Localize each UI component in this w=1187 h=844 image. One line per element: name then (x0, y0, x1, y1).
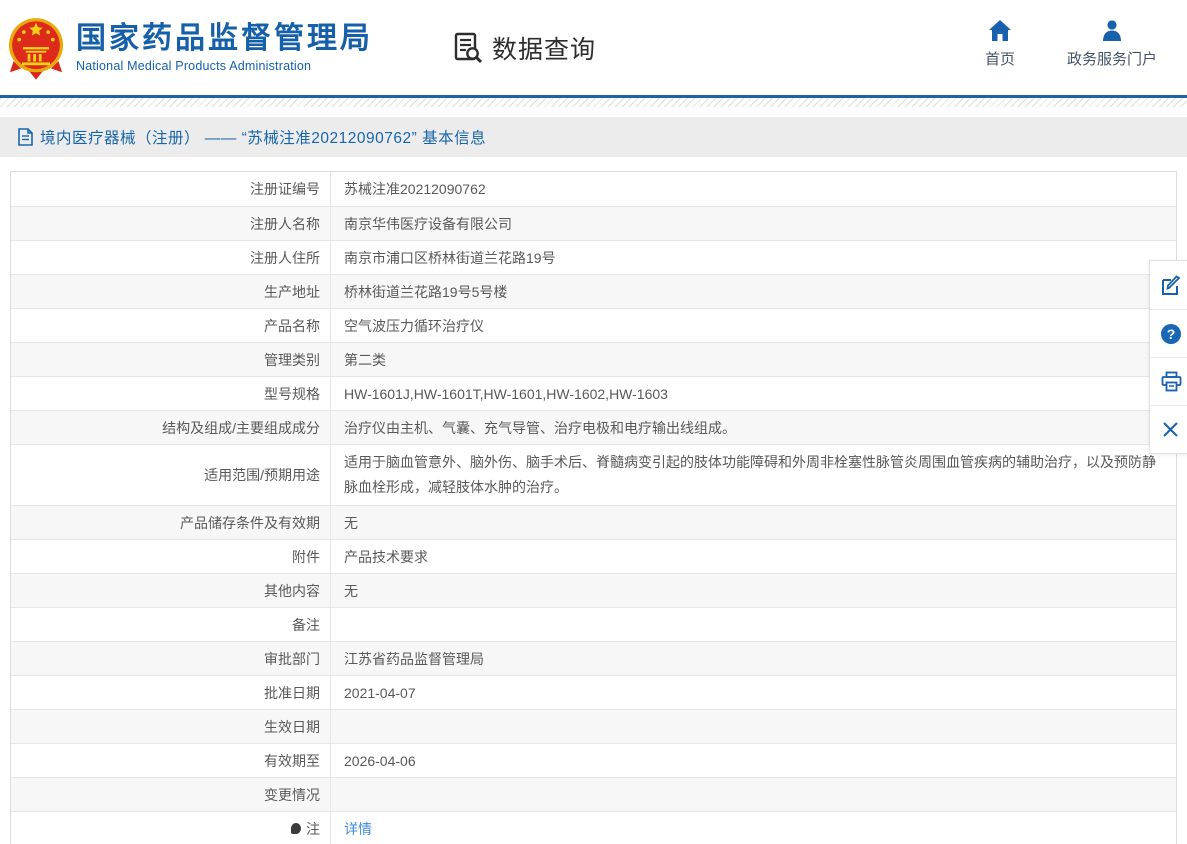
side-item-close[interactable]: 关 (1150, 405, 1187, 453)
row-label: 注册证编号 (11, 172, 331, 206)
side-item-print[interactable]: 打 (1150, 357, 1187, 405)
row-label: 注册人名称 (11, 207, 331, 240)
table-row: 产品储存条件及有效期 无 (11, 505, 1176, 539)
table-row: 生产地址 桥林街道兰花路19号5号楼 (11, 274, 1176, 308)
table-row-note: 注 详情 (11, 811, 1176, 844)
header-nav: 首页 政务服务门户 (985, 20, 1157, 69)
row-label: 其他内容 (11, 574, 331, 607)
row-label: 适用范围/预期用途 (11, 445, 331, 505)
row-label: 审批部门 (11, 642, 331, 675)
row-value: 治疗仪由主机、气囊、充气导管、治疗电极和电疗输出线组成。 (344, 419, 736, 436)
row-label: 变更情况 (11, 778, 331, 811)
row-value: 江苏省药品监督管理局 (344, 650, 484, 667)
row-label: 型号规格 (11, 377, 331, 410)
row-value: 适用于脑血管意外、脑外伤、脑手术后、脊髓病变引起的肢体功能障碍和外周非栓塞性脉管… (344, 454, 1156, 495)
row-value: 第二类 (344, 351, 386, 368)
row-value (331, 710, 1176, 743)
table-row: 批准日期 2021-04-07 (11, 675, 1176, 709)
breadcrumb-label: 境内医疗器械（注册） —— “苏械注准20212090762” 基本信息 (40, 130, 487, 147)
floating-side-panel: 数 ? 常 打 关 (1149, 260, 1187, 454)
table-row: 备注 (11, 607, 1176, 641)
row-value: HW-1601J,HW-1601T,HW-1601,HW-1602,HW-160… (344, 385, 668, 402)
row-label: 产品储存条件及有效期 (11, 506, 331, 539)
row-value: 无 (344, 582, 358, 599)
brand-block: 国家药品监督管理局 National Medical Products Admi… (76, 22, 373, 73)
row-label: 结构及组成/主要组成成分 (11, 411, 331, 444)
row-label: 生产地址 (11, 275, 331, 308)
question-icon: ? (1161, 323, 1181, 344)
nav-portal[interactable]: 政务服务门户 (1067, 20, 1157, 69)
row-label: 备注 (11, 608, 331, 641)
side-item-faq[interactable]: ? 常 (1150, 309, 1187, 357)
table-row: 产品名称 空气波压力循环治疗仪 (11, 308, 1176, 342)
nav-home-label: 首页 (984, 51, 1015, 68)
row-value: 详情 (331, 812, 1176, 844)
table-row: 型号规格 HW-1601J,HW-1601T,HW-1601,HW-1602,H… (11, 376, 1176, 410)
note-icon (291, 823, 301, 834)
table-row: 审批部门 江苏省药品监督管理局 (11, 641, 1176, 675)
row-label: 附件 (11, 540, 331, 573)
data-query-label: 数据查询 (492, 35, 597, 64)
site-subtitle: National Medical Products Administration (76, 59, 312, 73)
nav-home[interactable]: 首页 (985, 20, 1015, 69)
row-value: 苏械注准20212090762 (344, 181, 486, 197)
close-icon (1163, 422, 1178, 437)
document-icon (18, 128, 33, 146)
table-row: 注册人住所 南京市浦口区桥林街道兰花路19号 (11, 240, 1176, 274)
row-value (331, 778, 1176, 811)
printer-icon (1161, 371, 1182, 392)
row-label: 生效日期 (11, 710, 331, 743)
header-divider-stripes (0, 98, 1187, 107)
row-value: 南京华伟医疗设备有限公司 (344, 215, 512, 232)
row-label: 有效期至 (11, 744, 331, 777)
table-row: 注册人名称 南京华伟医疗设备有限公司 (11, 206, 1176, 240)
table-row: 其他内容 无 (11, 573, 1176, 607)
site-title: 国家药品监督管理局 (76, 22, 373, 55)
table-row: 管理类别 第二类 (11, 342, 1176, 376)
table-row: 有效期至 2026-04-06 (11, 743, 1176, 777)
table-row: 注册证编号 苏械注准20212090762 (11, 172, 1176, 206)
row-value: 无 (344, 514, 358, 531)
registration-info-table: 注册证编号 苏械注准20212090762 注册人名称 南京华伟医疗设备有限公司… (10, 171, 1177, 844)
edit-icon (1162, 274, 1181, 295)
row-value: 2026-04-06 (344, 752, 416, 769)
nav-portal-label: 政务服务门户 (1066, 51, 1157, 68)
table-row: 适用范围/预期用途 适用于脑血管意外、脑外伤、脑手术后、脊髓病变引起的肢体功能障… (11, 444, 1176, 505)
row-label: 管理类别 (11, 343, 331, 376)
row-label: 产品名称 (11, 309, 331, 342)
data-query-section: 数据查询 (451, 30, 596, 66)
row-value: 空气波压力循环治疗仪 (344, 317, 484, 334)
row-value: 桥林街道兰花路19号5号楼 (344, 283, 508, 300)
table-row: 附件 产品技术要求 (11, 539, 1176, 573)
row-label: 注册人住所 (11, 241, 331, 274)
breadcrumb: 境内医疗器械（注册） —— “苏械注准20212090762” 基本信息 (0, 117, 1187, 157)
table-row: 变更情况 (11, 777, 1176, 811)
row-label: 批准日期 (11, 676, 331, 709)
site-header: 国家药品监督管理局 National Medical Products Admi… (0, 0, 1187, 95)
detail-link[interactable]: 详情 (344, 819, 372, 839)
row-value (331, 608, 1176, 641)
table-row: 生效日期 (11, 709, 1176, 743)
row-value: 产品技术要求 (344, 548, 428, 565)
row-value: 南京市浦口区桥林街道兰花路19号 (344, 249, 556, 266)
national-emblem-logo (8, 17, 64, 80)
note-label: 注 (306, 820, 320, 837)
data-query-icon (454, 32, 483, 63)
table-row: 结构及组成/主要组成成分 治疗仪由主机、气囊、充气导管、治疗电极和电疗输出线组成… (11, 410, 1176, 444)
row-value: 2021-04-07 (344, 684, 416, 701)
row-label: 注 (11, 812, 331, 844)
home-icon (988, 20, 1011, 41)
side-item-data[interactable]: 数 (1150, 261, 1187, 309)
user-icon (1102, 20, 1121, 41)
